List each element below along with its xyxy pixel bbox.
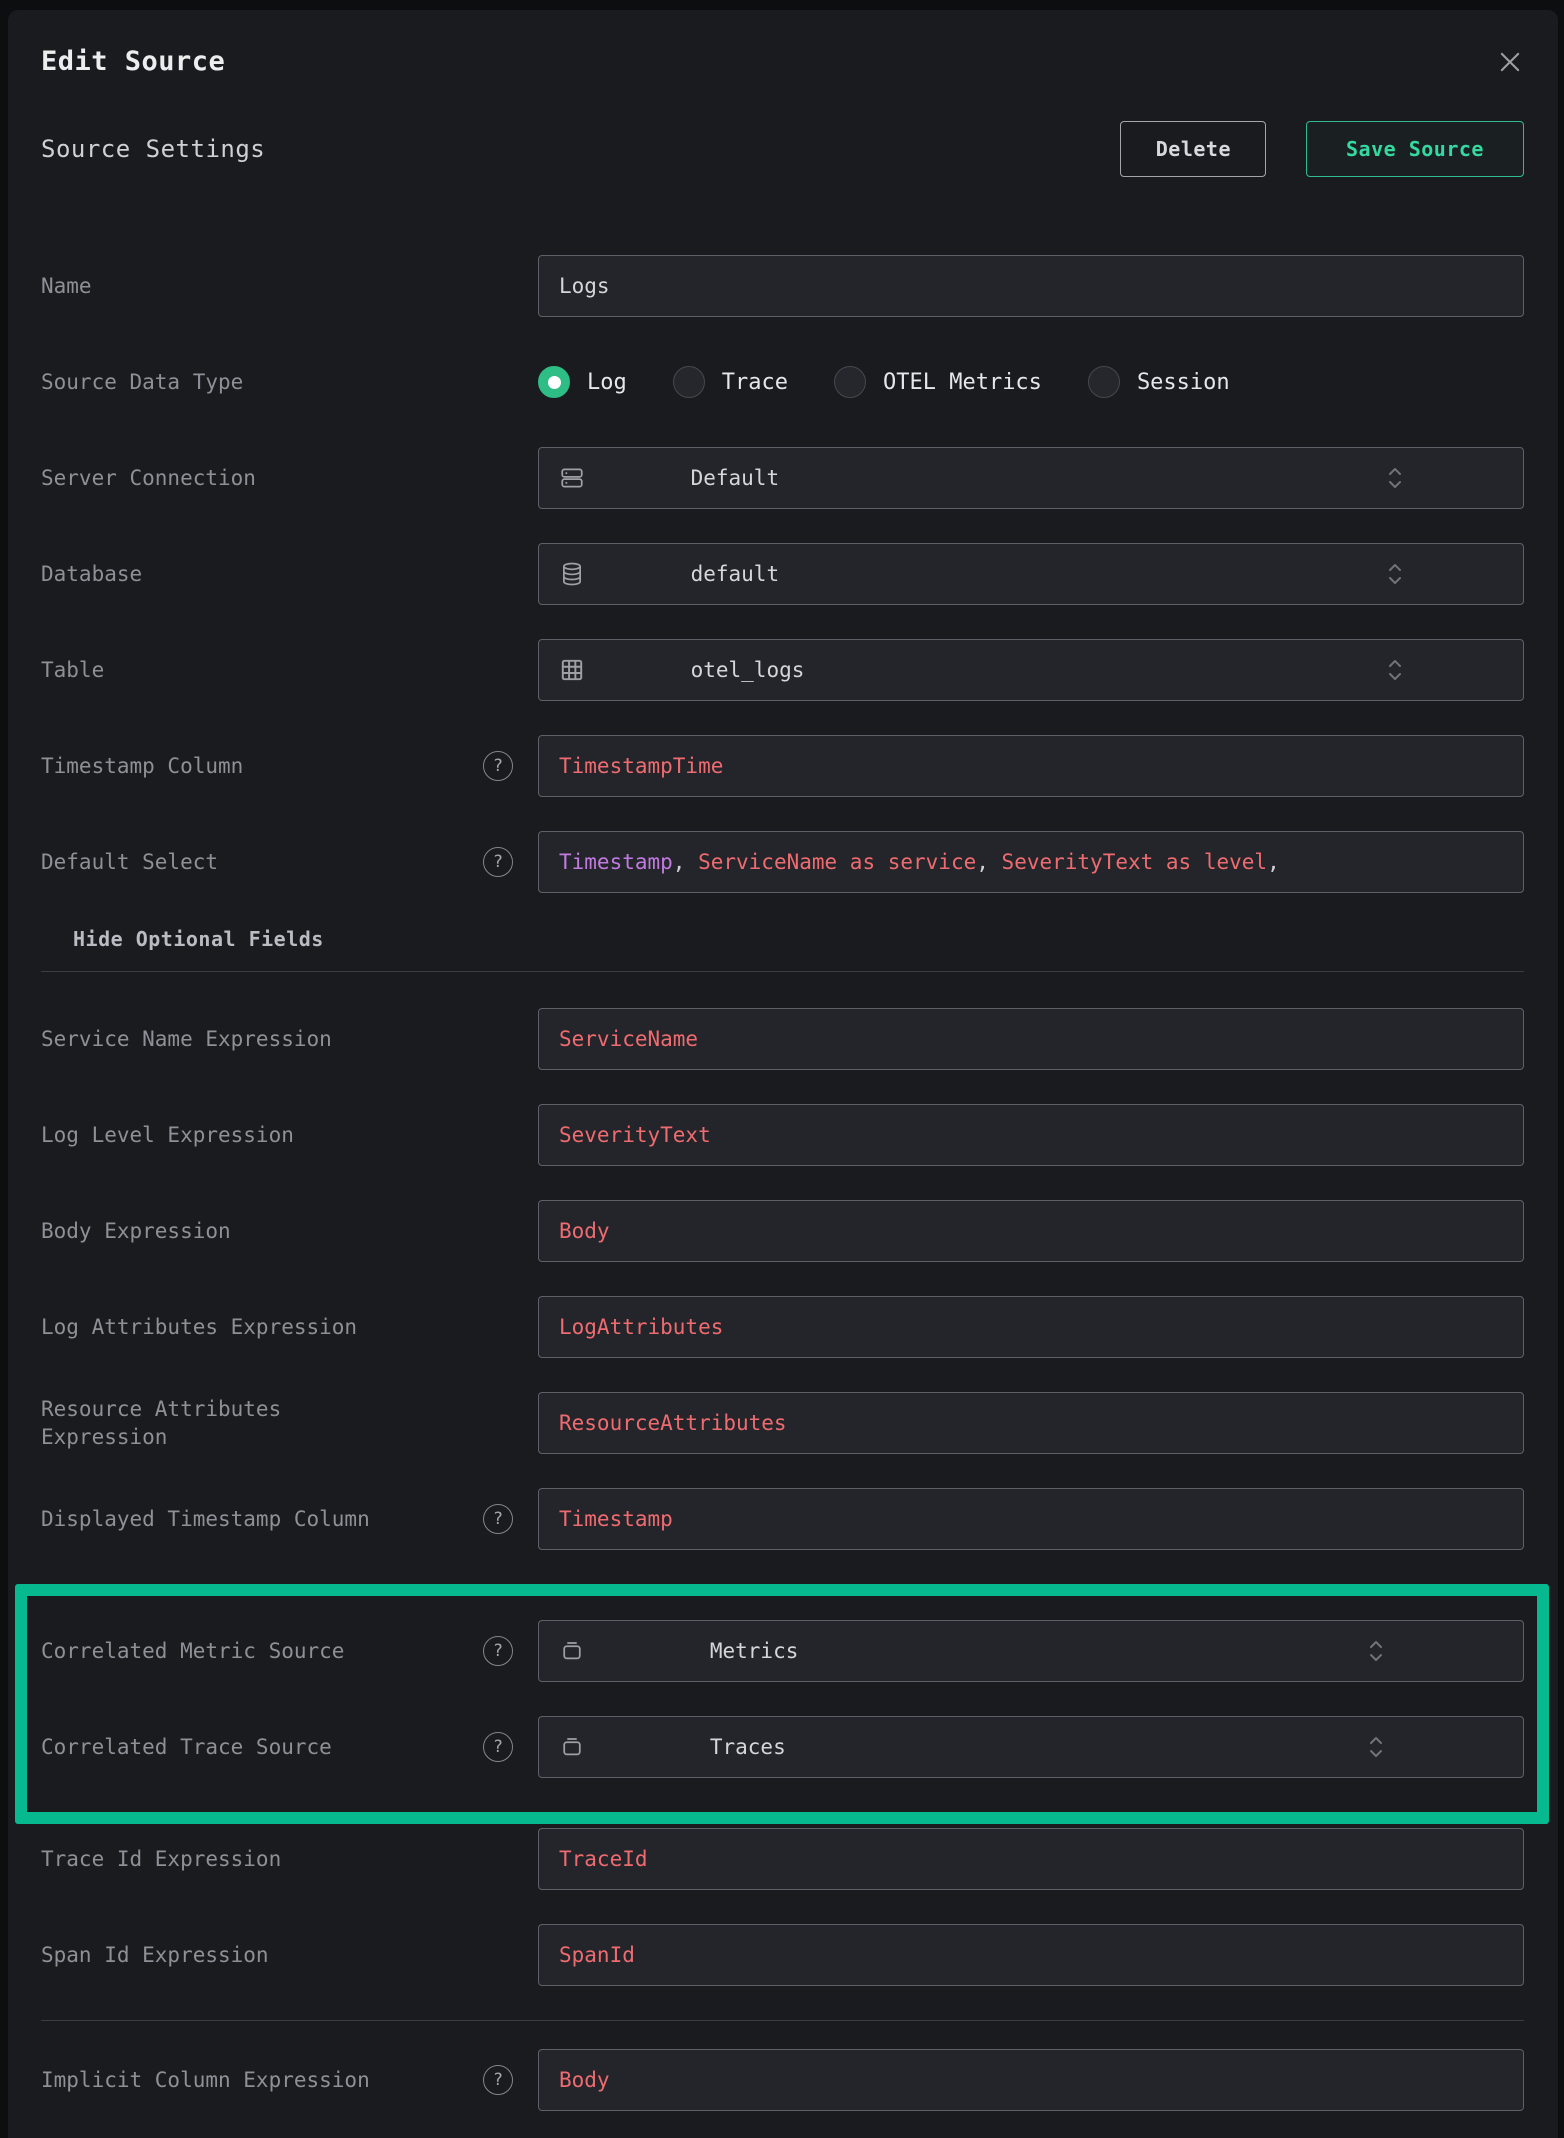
- correlated-trace-source-select[interactable]: Traces: [538, 1716, 1524, 1778]
- section-title: Source Settings: [41, 135, 265, 163]
- row-trace-id-expression: Trace Id Expression TraceId: [41, 1828, 1524, 1890]
- source-data-type-radio-group: Log Trace OTEL Metrics Session: [538, 366, 1524, 398]
- timestamp-column-label: Timestamp Column: [41, 752, 243, 780]
- dialog-header: Edit Source: [33, 46, 1532, 77]
- name-label: Name: [41, 272, 92, 300]
- span-id-expression-label: Span Id Expression: [41, 1941, 269, 1969]
- edit-source-dialog: Edit Source Source Settings Delete Save …: [8, 10, 1558, 2138]
- log-attributes-expression-input[interactable]: LogAttributes: [538, 1296, 1524, 1358]
- row-default-select: Default Select ? Timestamp, ServiceName …: [41, 831, 1524, 893]
- implicit-column-expression-input[interactable]: Body: [538, 2049, 1524, 2111]
- resource-attributes-expression-label: Resource Attributes Expression: [41, 1395, 341, 1452]
- radio-option-log[interactable]: Log: [538, 366, 627, 398]
- help-icon[interactable]: ?: [483, 2065, 513, 2095]
- correlated-sources-highlight-box: Correlated Metric Source ? Metrics: [15, 1584, 1549, 1824]
- radio-option-otel-metrics[interactable]: OTEL Metrics: [834, 366, 1042, 398]
- chevron-up-down-icon: [1368, 1734, 1503, 1760]
- body-expression-label: Body Expression: [41, 1217, 231, 1245]
- action-buttons: Delete Save Source: [1120, 121, 1524, 177]
- resource-attributes-expression-input[interactable]: ResourceAttributes: [538, 1392, 1524, 1454]
- trace-id-expression-input[interactable]: TraceId: [538, 1828, 1524, 1890]
- row-name: Name Logs: [41, 255, 1524, 317]
- row-span-id-expression: Span Id Expression SpanId: [41, 1924, 1524, 1986]
- row-server-connection: Server Connection Default: [41, 447, 1524, 509]
- service-name-expression-label: Service Name Expression: [41, 1025, 332, 1053]
- displayed-timestamp-column-input[interactable]: Timestamp: [538, 1488, 1524, 1550]
- radio-unchecked-icon: [673, 366, 705, 398]
- row-table: Table otel_logs: [41, 639, 1524, 701]
- chevron-up-down-icon: [1387, 561, 1503, 587]
- chevron-up-down-icon: [1387, 465, 1503, 491]
- correlated-trace-source-label: Correlated Trace Source: [41, 1733, 332, 1761]
- log-level-expression-input[interactable]: SeverityText: [538, 1104, 1524, 1166]
- source-icon: [559, 1734, 694, 1760]
- row-body-expression: Body Expression Body: [41, 1200, 1524, 1262]
- log-attributes-expression-label: Log Attributes Expression: [41, 1313, 357, 1341]
- row-service-name-expression: Service Name Expression ServiceName: [41, 1008, 1524, 1070]
- settings-bar: Source Settings Delete Save Source: [33, 121, 1532, 177]
- row-correlated-trace-source: Correlated Trace Source ? Traces: [41, 1716, 1524, 1778]
- server-icon: [559, 465, 675, 491]
- table-label: Table: [41, 656, 104, 684]
- optional-fields-toggle[interactable]: Hide Optional Fields: [73, 927, 1524, 951]
- radio-option-session[interactable]: Session: [1088, 366, 1230, 398]
- database-icon: [559, 561, 675, 587]
- source-icon: [559, 1638, 694, 1664]
- help-icon[interactable]: ?: [483, 847, 513, 877]
- body-expression-input[interactable]: Body: [538, 1200, 1524, 1262]
- trace-id-expression-label: Trace Id Expression: [41, 1845, 281, 1873]
- correlated-metric-source-label: Correlated Metric Source: [41, 1637, 344, 1665]
- span-id-expression-input[interactable]: SpanId: [538, 1924, 1524, 1986]
- help-icon[interactable]: ?: [483, 1504, 513, 1534]
- row-source-data-type: Source Data Type Log Trace OTEL Metrics: [41, 351, 1524, 413]
- source-data-type-label: Source Data Type: [41, 368, 243, 396]
- radio-unchecked-icon: [1088, 366, 1120, 398]
- divider: [41, 971, 1524, 972]
- server-connection-label: Server Connection: [41, 464, 256, 492]
- default-select-label: Default Select: [41, 848, 218, 876]
- chevron-up-down-icon: [1387, 657, 1503, 683]
- server-connection-select[interactable]: Default: [538, 447, 1524, 509]
- dialog-title: Edit Source: [41, 46, 225, 77]
- log-level-expression-label: Log Level Expression: [41, 1121, 294, 1149]
- row-log-attributes-expression: Log Attributes Expression LogAttributes: [41, 1296, 1524, 1358]
- correlated-metric-source-select[interactable]: Metrics: [538, 1620, 1524, 1682]
- default-select-input[interactable]: Timestamp, ServiceName as service, Sever…: [538, 831, 1524, 893]
- radio-unchecked-icon: [834, 366, 866, 398]
- close-icon[interactable]: [1496, 48, 1524, 76]
- table-icon: [559, 657, 675, 683]
- help-icon[interactable]: ?: [483, 1732, 513, 1762]
- database-label: Database: [41, 560, 142, 588]
- help-icon[interactable]: ?: [483, 751, 513, 781]
- row-implicit-column-expression: Implicit Column Expression ? Body: [41, 2049, 1524, 2111]
- displayed-timestamp-column-label: Displayed Timestamp Column: [41, 1505, 370, 1533]
- database-select[interactable]: default: [538, 543, 1524, 605]
- save-source-button[interactable]: Save Source: [1306, 121, 1524, 177]
- timestamp-column-input[interactable]: TimestampTime: [538, 735, 1524, 797]
- service-name-expression-input[interactable]: ServiceName: [538, 1008, 1524, 1070]
- delete-button[interactable]: Delete: [1120, 121, 1266, 177]
- row-resource-attributes-expression: Resource Attributes Expression ResourceA…: [41, 1392, 1524, 1454]
- help-icon[interactable]: ?: [483, 1636, 513, 1666]
- radio-option-trace[interactable]: Trace: [673, 366, 788, 398]
- row-correlated-metric-source: Correlated Metric Source ? Metrics: [41, 1620, 1524, 1682]
- row-timestamp-column: Timestamp Column ? TimestampTime: [41, 735, 1524, 797]
- row-log-level-expression: Log Level Expression SeverityText: [41, 1104, 1524, 1166]
- row-displayed-timestamp-column: Displayed Timestamp Column ? Timestamp: [41, 1488, 1524, 1550]
- row-database: Database default: [41, 543, 1524, 605]
- radio-checked-icon: [538, 366, 570, 398]
- chevron-up-down-icon: [1368, 1638, 1503, 1664]
- source-settings-form: Name Logs Source Data Type Log Trace: [33, 255, 1532, 2111]
- table-select[interactable]: otel_logs: [538, 639, 1524, 701]
- implicit-column-expression-label: Implicit Column Expression: [41, 2066, 370, 2094]
- name-input[interactable]: Logs: [538, 255, 1524, 317]
- divider: [41, 2020, 1524, 2021]
